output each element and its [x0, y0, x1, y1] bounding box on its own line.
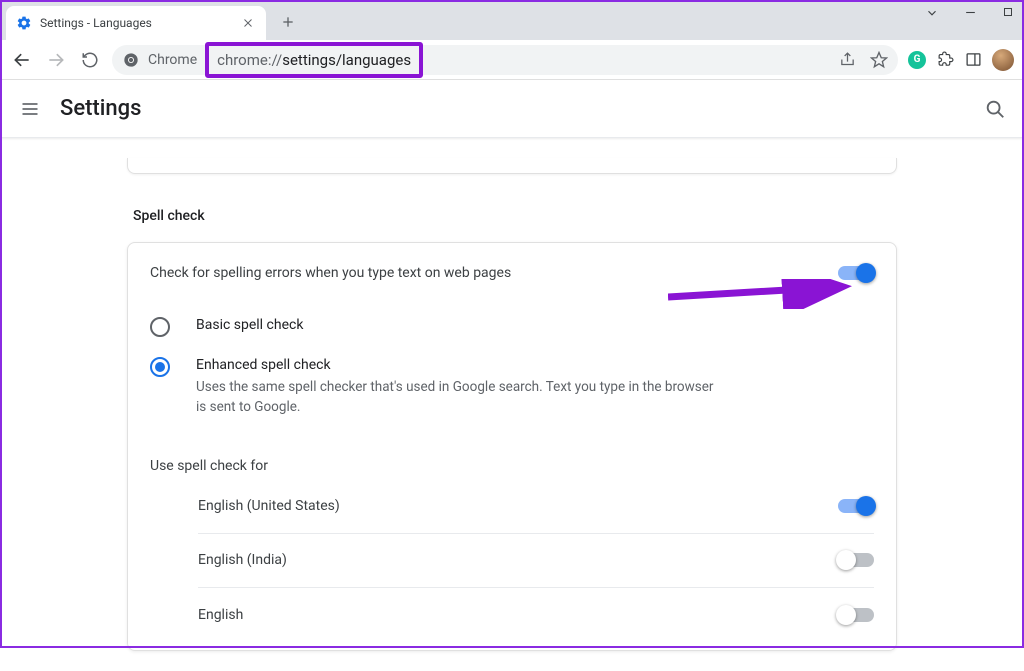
language-row: English (India) — [198, 534, 874, 588]
language-row: English — [198, 588, 874, 642]
browser-titlebar: Settings - Languages — [0, 0, 1024, 40]
radio-basic-spell-check[interactable]: Basic spell check — [150, 307, 874, 347]
share-icon[interactable] — [838, 51, 856, 69]
spell-check-language-list: English (United States) English (India) … — [150, 480, 874, 642]
forward-icon[interactable] — [44, 48, 68, 72]
spell-check-master-row: Check for spelling errors when you type … — [150, 261, 874, 307]
radio-enhanced-spell-check[interactable]: Enhanced spell check Uses the same spell… — [150, 347, 874, 428]
bookmark-star-icon[interactable] — [870, 51, 888, 69]
side-panel-icon[interactable] — [964, 51, 982, 69]
settings-content: Spell check Check for spelling errors wh… — [0, 138, 1024, 671]
radio-basic-label: Basic spell check — [196, 317, 303, 333]
language-toggle[interactable] — [838, 499, 874, 513]
settings-title: Settings — [60, 96, 141, 121]
language-name: English — [198, 607, 243, 623]
radio-icon[interactable] — [150, 317, 170, 337]
reload-icon[interactable] — [78, 48, 102, 72]
tab-title: Settings - Languages — [40, 16, 232, 30]
window-chevron-icon[interactable] — [924, 6, 940, 23]
section-spell-check-label: Spell check — [133, 208, 897, 224]
previous-card-bottom — [127, 158, 897, 174]
extensions-icon[interactable] — [936, 51, 954, 69]
window-minimize-icon[interactable] — [962, 6, 978, 23]
language-name: English (United States) — [198, 498, 340, 514]
profile-avatar[interactable] — [992, 49, 1014, 71]
search-settings-icon[interactable] — [984, 98, 1006, 124]
language-toggle[interactable] — [838, 553, 874, 567]
annotation-url-highlight: chrome://settings/languages — [205, 42, 423, 78]
spell-check-master-toggle[interactable] — [838, 266, 874, 280]
chrome-logo-icon — [122, 48, 140, 72]
language-row: English (United States) — [198, 480, 874, 534]
settings-gear-icon — [16, 15, 32, 31]
spell-check-master-label: Check for spelling errors when you type … — [150, 265, 511, 281]
tab-close-icon[interactable] — [240, 15, 256, 31]
radio-enhanced-label: Enhanced spell check — [196, 357, 716, 373]
language-name: English (India) — [198, 552, 287, 568]
browser-toolbar: Chrome chrome://settings/languages G — [0, 40, 1024, 80]
spell-check-card: Check for spelling errors when you type … — [127, 242, 897, 651]
radio-icon[interactable] — [150, 357, 170, 377]
new-tab-button[interactable] — [276, 10, 300, 34]
back-icon[interactable] — [10, 48, 34, 72]
settings-app-header: Settings — [0, 80, 1024, 138]
address-bar-url: chrome://settings/languages — [217, 51, 411, 69]
language-toggle[interactable] — [838, 608, 874, 622]
browser-tab[interactable]: Settings - Languages — [6, 6, 266, 40]
radio-enhanced-description: Uses the same spell checker that's used … — [196, 377, 716, 418]
extension-grammarly-icon[interactable]: G — [908, 51, 926, 69]
address-origin-label: Chrome — [148, 52, 197, 68]
window-controls — [924, 6, 1016, 23]
address-bar[interactable]: Chrome chrome://settings/languages — [112, 45, 898, 75]
window-maximize-icon[interactable] — [1000, 6, 1016, 23]
menu-hamburger-icon[interactable] — [20, 99, 40, 119]
use-spell-check-for-label: Use spell check for — [150, 458, 874, 474]
